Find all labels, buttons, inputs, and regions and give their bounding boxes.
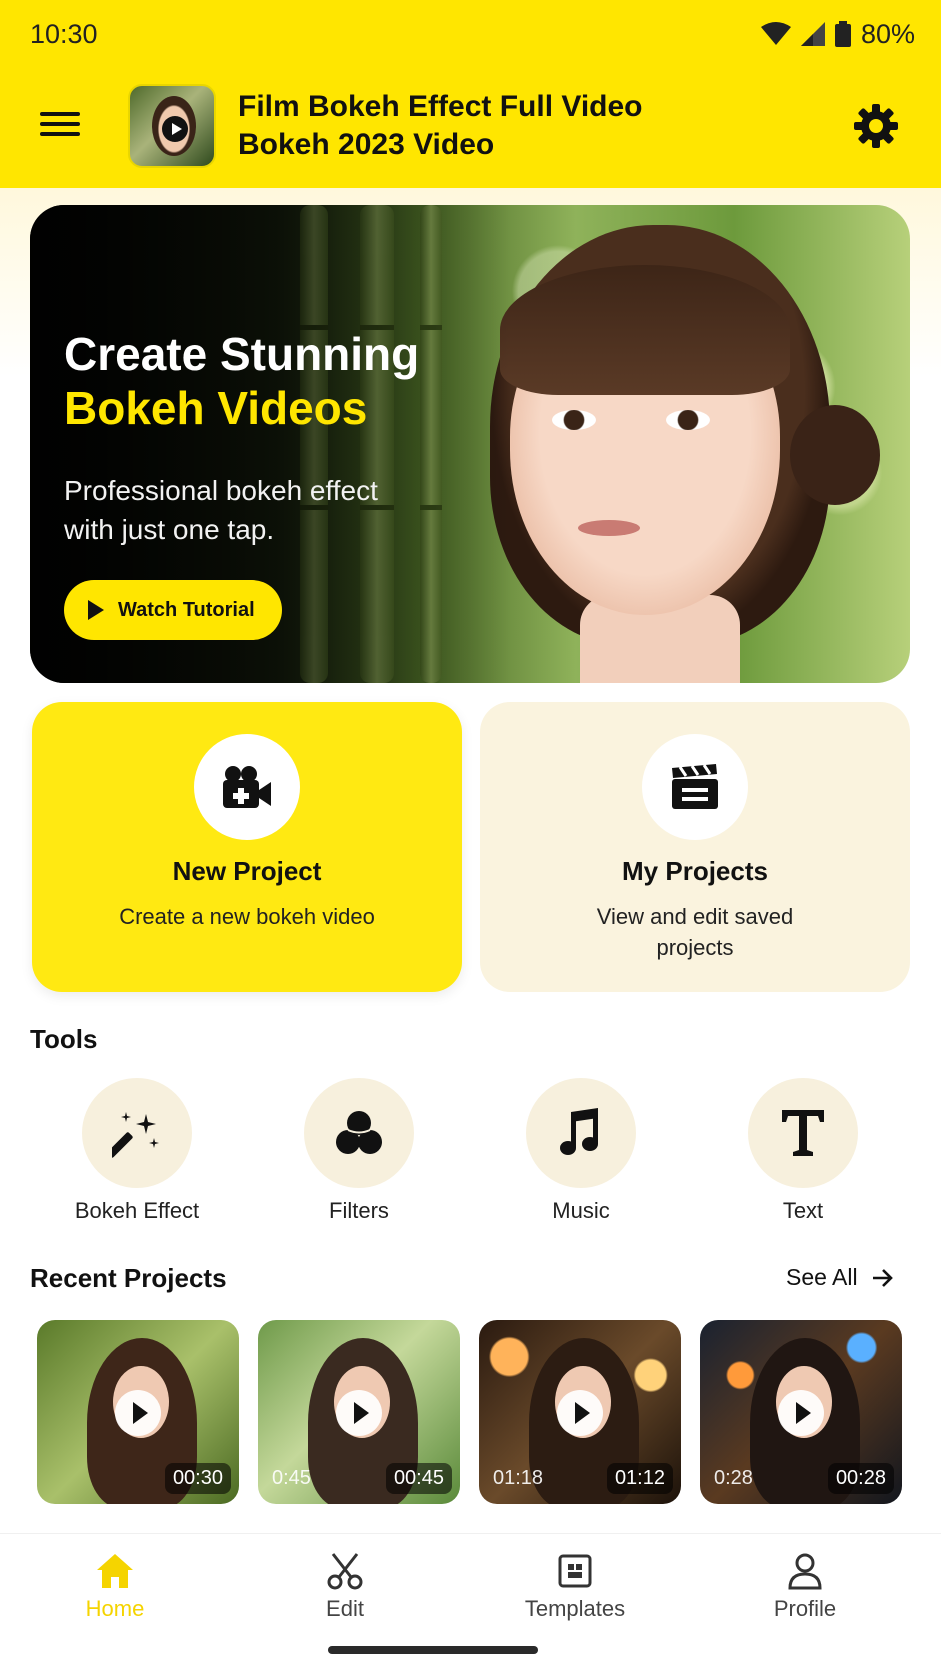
my-projects-icon-circle: [642, 734, 748, 840]
thumb-duration: 00:28: [827, 1463, 894, 1494]
nav-label: Templates: [524, 1596, 626, 1621]
new-project-title: New Project: [172, 856, 322, 886]
thumb-overlay-text: 0:28: [714, 1467, 753, 1489]
new-project-description: Create a new bokeh video: [119, 904, 375, 929]
tool-icon-circle: [748, 1078, 858, 1188]
thumb-duration: 00:30: [164, 1463, 231, 1494]
portrait-eye: [666, 410, 710, 430]
nav-profile[interactable]: Profile: [715, 1552, 895, 1622]
signal-icon: [800, 22, 825, 46]
nav-label: Edit: [326, 1596, 364, 1621]
play-icon: [162, 116, 188, 142]
tool-label: Bokeh Effect: [74, 1198, 200, 1223]
new-project-card[interactable]: New Project Create a new bokeh video: [32, 702, 462, 992]
play-icon: [115, 1390, 161, 1436]
menu-button[interactable]: [40, 106, 84, 150]
my-projects-description: View and edit saved projects: [596, 904, 794, 960]
nav-templates[interactable]: Templates: [485, 1552, 665, 1622]
tool-text[interactable]: Text: [703, 1078, 903, 1224]
hero-subtitle: Professional bokeh effect with just one …: [64, 475, 378, 545]
wifi-icon: [760, 22, 791, 45]
hero-portrait: [490, 215, 910, 683]
nav-home[interactable]: Home: [25, 1552, 205, 1622]
see-all-label: See All: [786, 1264, 858, 1290]
gear-icon: [854, 104, 898, 148]
portrait-bun: [790, 405, 880, 505]
play-icon: [557, 1390, 603, 1436]
home-indicator[interactable]: [328, 1646, 538, 1654]
new-project-icon-circle: [194, 734, 300, 840]
tool-icon-circle: [304, 1078, 414, 1188]
play-icon: [88, 600, 104, 620]
video-camera-add-icon: [223, 766, 271, 808]
thumb-duration: 01:12: [606, 1463, 673, 1494]
magic-wand-icon: [112, 1112, 159, 1158]
thumb-overlay-text: 0:45: [272, 1467, 311, 1489]
hero-title-line1: Create Stunning: [64, 328, 420, 380]
hero-title-line2: Bokeh Videos: [64, 382, 368, 434]
my-projects-card[interactable]: My Projects View and edit saved projects: [480, 702, 910, 992]
tool-label: Music: [552, 1198, 610, 1223]
status-bar: 10:30 80%: [0, 0, 941, 68]
recent-project-thumb[interactable]: 0:45 00:45: [258, 1320, 460, 1504]
watch-tutorial-button[interactable]: Watch Tutorial: [64, 580, 282, 640]
hero-banner: Create Stunning Bokeh Videos Professiona…: [30, 205, 910, 683]
portrait-eye: [552, 410, 596, 430]
filters-icon: [336, 1111, 382, 1154]
tool-music[interactable]: Music: [481, 1078, 681, 1224]
play-icon: [336, 1390, 382, 1436]
hero-title: Create Stunning Bokeh Videos: [64, 327, 419, 435]
settings-button[interactable]: [852, 102, 900, 150]
my-projects-title: My Projects: [622, 856, 768, 886]
text-icon: [782, 1110, 824, 1156]
see-all-link[interactable]: See All: [786, 1264, 894, 1291]
home-icon: [97, 1554, 133, 1588]
tools-section-title: Tools: [30, 1024, 98, 1054]
hamburger-line: [40, 132, 80, 136]
tool-label: Text: [782, 1198, 824, 1223]
app-bar: Film Bokeh Effect Full Video Bokeh 2023 …: [0, 68, 941, 188]
scissors-icon: [327, 1553, 363, 1590]
tool-icon-circle: [82, 1078, 192, 1188]
portrait-bangs: [500, 265, 790, 395]
nav-label: Home: [85, 1596, 145, 1621]
status-time: 10:30: [30, 18, 98, 49]
thumb-overlay-text: 01:18: [493, 1467, 544, 1489]
battery-icon: [834, 21, 851, 47]
app-title: Film Bokeh Effect Full Video Bokeh 2023 …: [238, 90, 643, 161]
battery-percent: 80%: [860, 18, 915, 49]
recent-project-thumb[interactable]: 01:18 01:12: [479, 1320, 681, 1504]
recent-project-thumb[interactable]: 0:28 00:28: [700, 1320, 902, 1504]
recent-project-thumb[interactable]: 00:30: [37, 1320, 239, 1504]
music-note-icon: [560, 1108, 598, 1155]
watch-tutorial-label: Watch Tutorial: [118, 598, 255, 621]
profile-icon: [788, 1553, 822, 1590]
app-logo: [128, 84, 216, 168]
status-icons: 80%: [760, 18, 915, 50]
nav-label: Profile: [773, 1596, 837, 1621]
tool-bokeh-effect[interactable]: Bokeh Effect: [37, 1078, 237, 1224]
tool-icon-circle: [526, 1078, 636, 1188]
recent-projects-title: Recent Projects: [30, 1263, 227, 1293]
templates-icon: [558, 1554, 592, 1588]
nav-edit[interactable]: Edit: [255, 1552, 435, 1622]
tool-label: Filters: [329, 1198, 389, 1223]
play-icon: [778, 1390, 824, 1436]
tool-filters[interactable]: Filters: [259, 1078, 459, 1224]
arrow-right-icon: [872, 1268, 893, 1287]
thumb-duration: 00:45: [385, 1463, 452, 1494]
hamburger-icon: [40, 112, 80, 116]
clapperboard-icon: [672, 764, 718, 809]
hamburger-line: [40, 122, 80, 126]
portrait-mouth: [578, 520, 640, 536]
